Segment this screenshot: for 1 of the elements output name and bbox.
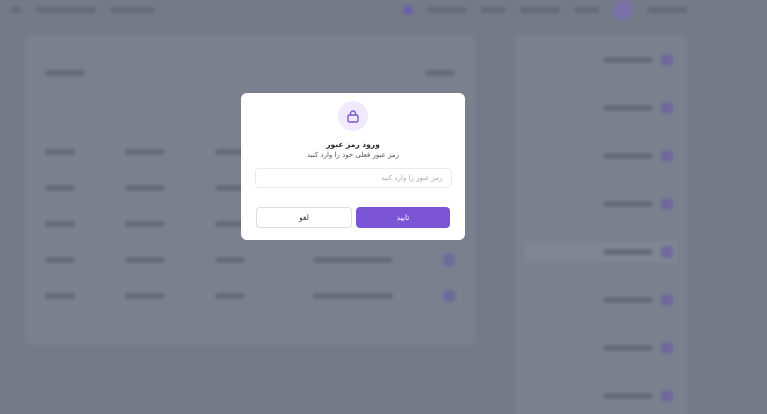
lock-icon — [338, 101, 368, 131]
